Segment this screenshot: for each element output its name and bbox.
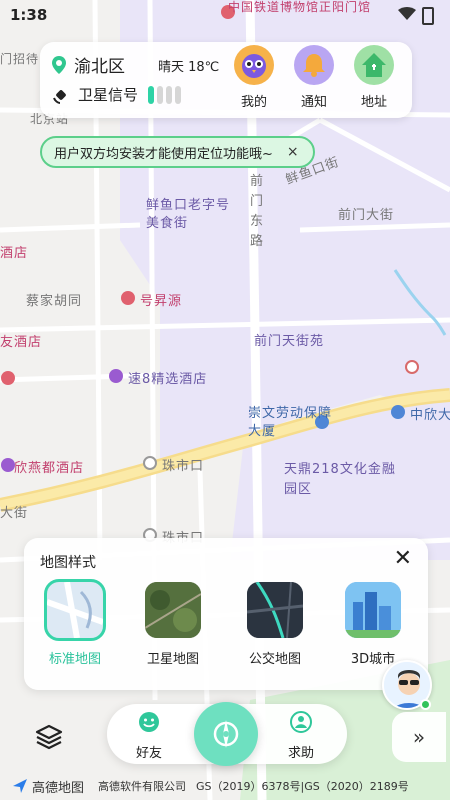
friends-label: 好友 <box>135 746 162 761</box>
panel-title: 地图样式 <box>40 555 96 571</box>
location-pin-icon <box>52 55 66 74</box>
signal-bar <box>148 86 154 104</box>
double-chevron-right-icon: » <box>412 725 426 749</box>
transit-map-thumb <box>247 582 303 638</box>
satellite-map-thumb <box>145 582 201 638</box>
layers-icon <box>35 724 63 750</box>
amap-logo: 高德地图 <box>12 777 84 796</box>
map-license-number: GS（2019）6378号|GS（2020）2189号 <box>196 780 409 793</box>
city-3d-thumb <box>345 582 401 638</box>
map-label-poi[interactable]: 珠市口 <box>162 455 204 474</box>
gps-row: 卫星信号 <box>52 84 138 105</box>
style-option-standard[interactable]: 标准地图 <box>38 579 112 667</box>
map-label-poi[interactable]: 酒店 <box>0 242 28 261</box>
home-icon <box>354 45 394 85</box>
sos-button[interactable]: 求助 <box>271 710 331 761</box>
style-option-label: 标准地图 <box>48 652 101 667</box>
style-option-satellite[interactable]: 卫星地图 <box>136 582 210 667</box>
location-row[interactable]: 渝北区 <box>52 52 125 77</box>
quick-action-mine[interactable]: 我的 <box>228 45 280 110</box>
battery-icon <box>422 7 434 25</box>
quick-action-label: 通知 <box>300 95 327 110</box>
bell-icon <box>294 45 334 85</box>
wifi-icon <box>398 7 416 20</box>
signal-bar <box>166 86 172 104</box>
person-help-icon <box>290 711 312 733</box>
map-label: 门招待 <box>0 52 40 66</box>
map-label-road: 蔡家胡同 <box>26 294 83 309</box>
map-label-poi[interactable]: 号昇源 <box>140 290 182 309</box>
style-option-3d[interactable]: 3D城市 <box>336 582 410 667</box>
quick-action-address[interactable]: 地址 <box>348 45 400 110</box>
compass-locate-icon <box>213 720 239 748</box>
quick-action-label: 地址 <box>360 95 387 110</box>
online-status-dot <box>420 699 431 710</box>
brand-name: 高德地图 <box>32 780 85 796</box>
friends-button[interactable]: 好友 <box>119 710 179 761</box>
signal-bar <box>175 86 181 104</box>
quick-action-notify[interactable]: 通知 <box>288 45 340 110</box>
status-time: 1:38 <box>10 6 48 24</box>
expand-more-button[interactable]: » <box>392 712 446 762</box>
layers-button[interactable] <box>24 712 74 762</box>
signal-bar <box>157 86 163 104</box>
map-label-poi[interactable]: 前门天街苑 <box>254 330 324 349</box>
install-tip-text: 用户双方均安装才能使用定位功能哦~ <box>54 146 273 162</box>
map-label-road: 大街 <box>0 506 29 521</box>
map-label-poi[interactable]: 速8精选酒店 <box>128 368 207 387</box>
standard-map-thumb <box>44 579 106 641</box>
status-bar: 1:38 <box>0 0 450 30</box>
map-label-poi[interactable]: 天鼎218文化金融园区 <box>284 460 404 500</box>
map-footer: 高德地图 高德软件有限公司 GS（2019）6378号|GS（2020）2189… <box>0 772 450 800</box>
sos-label: 求助 <box>287 746 314 761</box>
quick-action-label: 我的 <box>240 95 267 110</box>
map-style-panel: 地图样式 ✕ 标准地图 卫星地图 公交地图 3D城市 <box>24 538 428 690</box>
map-label-road: 前门东路 <box>250 174 265 249</box>
panel-close-button[interactable]: ✕ <box>394 546 412 571</box>
map-label-poi[interactable]: 鲜鱼口老字号美食街 <box>146 197 242 233</box>
location-info-card: 渝北区 晴天 18℃ 卫星信号 我的 通知 地址 <box>40 42 412 118</box>
smiley-icon <box>139 712 159 732</box>
map-label-road: 前门大街 <box>338 208 395 223</box>
gps-signal-bars <box>148 86 181 104</box>
style-option-transit[interactable]: 公交地图 <box>238 582 312 667</box>
satellite-icon <box>53 89 66 104</box>
style-option-label: 公交地图 <box>248 652 301 667</box>
owl-mascot-icon <box>234 45 274 85</box>
gps-label: 卫星信号 <box>78 86 139 104</box>
map-label-poi[interactable]: 崇文劳动保障大厦 <box>248 405 332 441</box>
locate-button[interactable] <box>194 702 258 766</box>
map-label-poi[interactable]: 中欣大 <box>410 404 450 423</box>
map-label-poi[interactable]: 友酒店 <box>0 331 42 350</box>
style-option-label: 卫星地图 <box>146 652 199 667</box>
copyright-company: 高德软件有限公司 <box>98 780 187 793</box>
tip-close-button[interactable]: × <box>287 144 299 160</box>
district-name: 渝北区 <box>74 57 125 77</box>
map-label-poi[interactable]: 欣燕都酒店 <box>14 457 84 476</box>
install-tip-bubble: 用户双方均安装才能使用定位功能哦~ × <box>40 136 315 168</box>
weather-text: 晴天 18℃ <box>158 60 220 75</box>
navigation-arrow-icon <box>13 779 27 793</box>
